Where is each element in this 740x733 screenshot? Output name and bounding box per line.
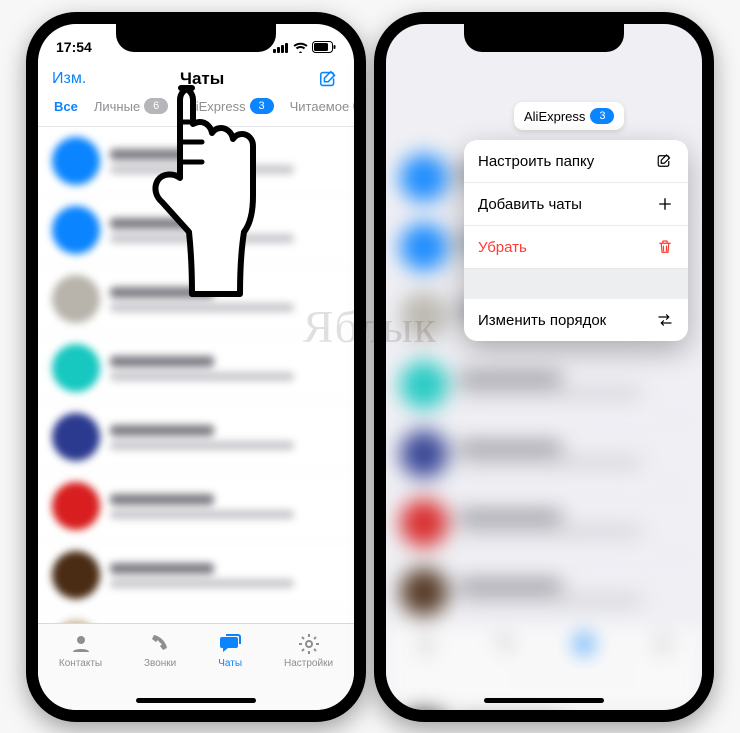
wifi-icon	[293, 42, 308, 53]
avatar	[400, 568, 448, 616]
chat-row[interactable]	[386, 489, 702, 558]
contact-icon	[69, 632, 93, 656]
avatar	[52, 551, 100, 599]
chat-row[interactable]	[38, 403, 354, 472]
menu-add-label: Добавить чаты	[478, 196, 582, 213]
tabbar-contacts[interactable]: Контакты	[59, 632, 102, 669]
phone-frame-right: AliExpress 3 Настроить папку Добавить ча…	[374, 12, 714, 722]
avatar	[52, 482, 100, 530]
tab-personal-label: Личные	[94, 99, 140, 114]
tabbar-contacts-label: Контакты	[59, 658, 102, 669]
notch	[116, 24, 276, 52]
avatar	[52, 275, 100, 323]
tab-all[interactable]: Все	[48, 94, 84, 118]
context-menu: Настроить папку Добавить чаты Убрать Изм…	[464, 140, 688, 341]
tabbar-settings[interactable]: Настройки	[284, 632, 333, 669]
avatar	[400, 430, 448, 478]
notch	[464, 24, 624, 52]
avatar	[52, 413, 100, 461]
chat-row[interactable]	[386, 558, 702, 627]
gear-icon	[297, 632, 321, 656]
phone-frame-left: 17:54 Изм. Чаты Все Личные	[26, 12, 366, 722]
home-indicator[interactable]	[136, 698, 256, 703]
avatar	[400, 292, 448, 340]
tab-readable-label: Читаемое	[290, 99, 350, 114]
menu-configure-folder[interactable]: Настроить папку	[464, 140, 688, 183]
avatar	[400, 499, 448, 547]
pointing-hand-illustration	[146, 76, 256, 306]
compose-icon	[318, 68, 340, 90]
menu-reorder-label: Изменить порядок	[478, 312, 606, 329]
folder-chip-badge: 3	[590, 108, 614, 124]
folder-chip-label: AliExpress	[524, 109, 585, 124]
tabbar-calls-label: Звонки	[144, 658, 176, 669]
battery-icon	[312, 41, 336, 53]
tab-readable-badge: 3	[353, 98, 354, 114]
edit-button[interactable]: Изм.	[52, 70, 86, 88]
menu-configure-label: Настроить папку	[478, 153, 594, 170]
menu-remove-label: Убрать	[478, 239, 527, 256]
tab-readable[interactable]: Читаемое 3	[284, 94, 354, 118]
reorder-icon	[656, 311, 674, 329]
avatar	[400, 223, 448, 271]
status-time: 17:54	[56, 39, 92, 55]
menu-reorder[interactable]: Изменить порядок	[464, 299, 688, 341]
folder-chip[interactable]: AliExpress 3	[514, 102, 624, 130]
tab-all-label: Все	[54, 99, 78, 114]
tabbar-chats-label: Чаты	[218, 658, 242, 669]
avatar	[400, 361, 448, 409]
plus-icon	[656, 195, 674, 213]
compose-icon	[656, 152, 674, 170]
chat-row[interactable]	[386, 351, 702, 420]
tab-bar-blurred	[386, 623, 702, 710]
tabbar-settings-label: Настройки	[284, 658, 333, 669]
chat-row[interactable]	[386, 420, 702, 489]
menu-add-chats[interactable]: Добавить чаты	[464, 183, 688, 226]
compose-button[interactable]	[318, 68, 340, 90]
status-icons	[273, 41, 336, 53]
tabbar-calls[interactable]: Звонки	[144, 632, 176, 669]
avatar	[52, 137, 100, 185]
menu-remove[interactable]: Убрать	[464, 226, 688, 269]
tab-bar: Контакты Звонки Чаты Настройки	[38, 623, 354, 710]
trash-icon	[656, 238, 674, 256]
tabbar-chats[interactable]: Чаты	[218, 632, 242, 669]
chat-row[interactable]	[38, 541, 354, 610]
cellular-icon	[273, 42, 289, 53]
chat-row[interactable]	[38, 334, 354, 403]
avatar	[52, 344, 100, 392]
phone-screen-right: AliExpress 3 Настроить папку Добавить ча…	[386, 24, 702, 710]
avatar	[400, 154, 448, 202]
screenshot-canvas: Яблык 17:54 Изм. Чаты	[0, 0, 740, 733]
menu-separator	[464, 269, 688, 299]
chat-row[interactable]	[38, 472, 354, 541]
phone-icon	[148, 632, 172, 656]
avatar	[52, 206, 100, 254]
home-indicator[interactable]	[484, 698, 604, 703]
chat-icon	[218, 632, 242, 656]
